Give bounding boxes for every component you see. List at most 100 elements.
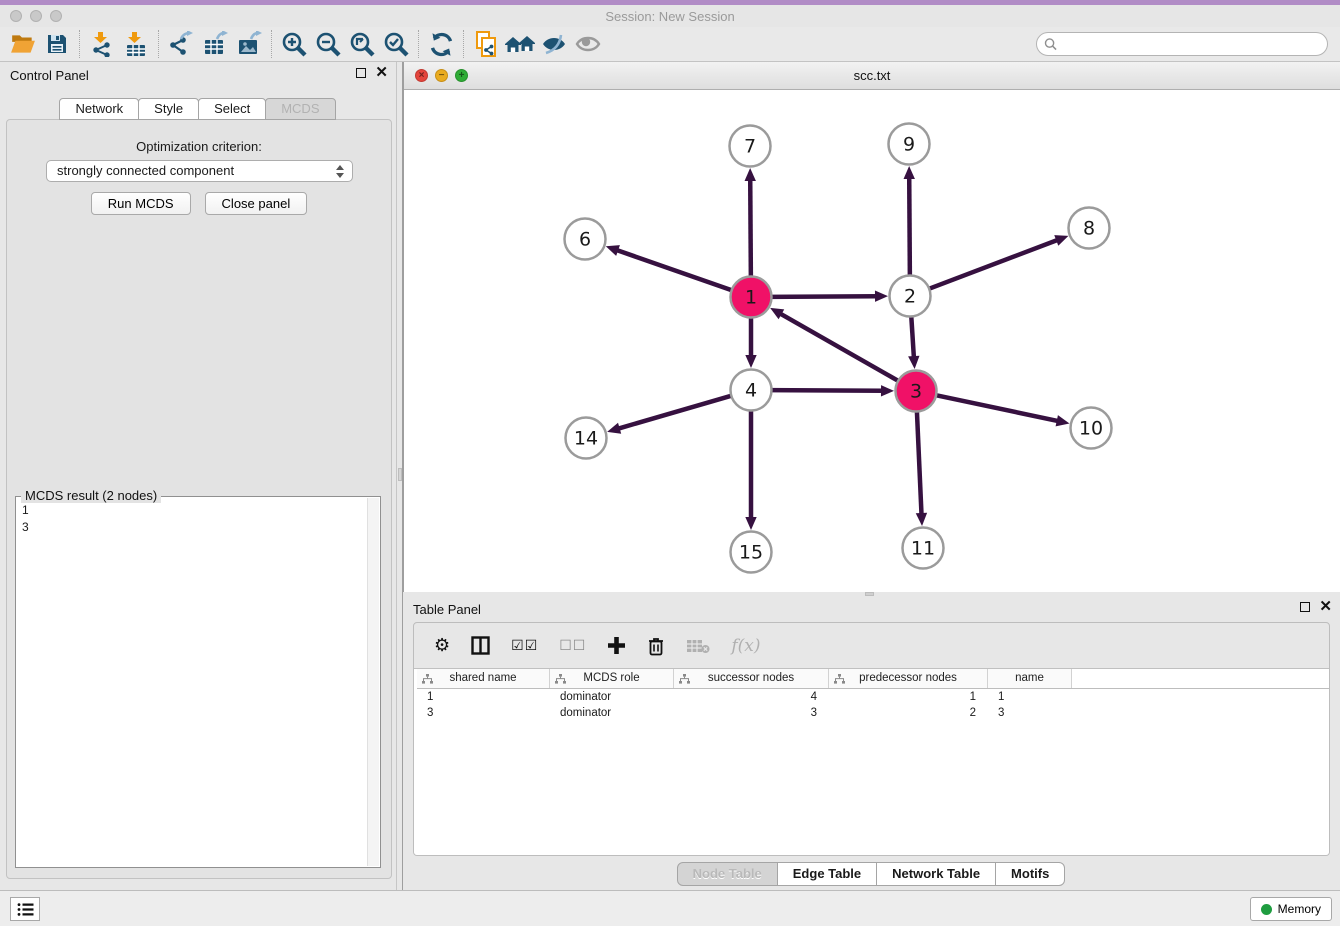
zoom-selected-button[interactable]: [379, 29, 413, 59]
tab-node-table[interactable]: Node Table: [677, 862, 778, 886]
tab-select[interactable]: Select: [198, 98, 266, 120]
edge-4-3[interactable]: [769, 390, 883, 391]
deselect-all-button[interactable]: ☐☐: [559, 637, 586, 654]
close-panel-button[interactable]: Close panel: [205, 192, 308, 215]
graph-node-label: 11: [911, 538, 935, 560]
column-header-name[interactable]: name: [988, 669, 1072, 688]
cell-shared-name: 3: [417, 705, 550, 721]
vertical-splitter-handle[interactable]: [398, 468, 402, 481]
attribute-tree-icon: [834, 674, 845, 684]
add-row-button[interactable]: [607, 636, 626, 655]
tab-mcds[interactable]: MCDS: [265, 98, 335, 120]
import-network-icon: [89, 31, 115, 57]
vertical-splitter[interactable]: [396, 62, 403, 890]
open-session-button[interactable]: [6, 29, 40, 59]
edge-3-1[interactable]: [780, 313, 900, 382]
column-header-mcds-role[interactable]: MCDS role: [550, 669, 674, 688]
control-panel-title: Control Panel: [10, 68, 89, 83]
network-title: scc.txt: [404, 68, 1340, 83]
clone-network-button[interactable]: [469, 29, 503, 59]
memory-button[interactable]: Memory: [1250, 897, 1332, 921]
export-network-button[interactable]: [164, 29, 198, 59]
criterion-select[interactable]: strongly connected component: [46, 160, 353, 182]
cell-predecessor-nodes: 2: [829, 705, 988, 721]
control-panel-tabs: NetworkStyleSelectMCDS: [0, 98, 396, 120]
graph-node-label: 14: [574, 428, 598, 450]
edge-2-8[interactable]: [927, 240, 1058, 290]
tab-network[interactable]: Network: [59, 98, 139, 120]
home-view-button[interactable]: [503, 29, 537, 59]
toggle-panels-button[interactable]: [471, 636, 490, 655]
tab-motifs[interactable]: Motifs: [995, 862, 1065, 886]
edge-arrowhead: [881, 385, 894, 396]
memory-status-icon: [1261, 904, 1272, 915]
task-history-button[interactable]: [10, 897, 40, 921]
cell-predecessor-nodes: 1: [829, 689, 988, 705]
delete-table-icon: [686, 638, 710, 654]
result-scrollbar[interactable]: [367, 498, 379, 866]
column-header-shared-name[interactable]: shared name: [417, 669, 550, 688]
network-canvas[interactable]: 7968124314101511: [404, 90, 1340, 592]
delete-row-button[interactable]: [647, 636, 665, 656]
import-table-icon: [123, 31, 149, 57]
zoom-fit-icon: [349, 31, 376, 58]
cell-shared-name: 1: [417, 689, 550, 705]
tab-edge-table[interactable]: Edge Table: [777, 862, 877, 886]
edge-1-6[interactable]: [616, 250, 733, 291]
edge-2-9[interactable]: [909, 177, 910, 278]
search-input[interactable]: [1036, 32, 1328, 56]
edge-4-14[interactable]: [618, 395, 734, 429]
edge-3-11[interactable]: [917, 409, 922, 515]
float-panel-icon[interactable]: [1300, 602, 1310, 612]
edge-1-2[interactable]: [769, 296, 877, 297]
node-table-container: ⚙ ☑☑ ☐☐: [413, 622, 1330, 856]
import-network-button[interactable]: [85, 29, 119, 59]
run-mcds-button[interactable]: Run MCDS: [91, 192, 191, 215]
gear-icon: ⚙: [434, 635, 450, 656]
apply-layout-button[interactable]: [424, 29, 458, 59]
hide-graphics-details-button[interactable]: [537, 29, 571, 59]
zoom-selected-icon: [383, 31, 410, 58]
export-table-button[interactable]: [198, 29, 232, 59]
close-panel-icon[interactable]: ✕: [375, 68, 388, 78]
zoom-in-button[interactable]: [277, 29, 311, 59]
column-settings-button[interactable]: ⚙: [434, 635, 450, 656]
save-session-button[interactable]: [40, 29, 74, 59]
edge-3-10[interactable]: [934, 395, 1059, 421]
control-panel: Control Panel ✕ NetworkStyleSelectMCDS O…: [0, 62, 396, 890]
zoom-out-button[interactable]: [311, 29, 345, 59]
save-floppy-icon: [45, 32, 69, 56]
toolbar-separator: [79, 30, 80, 58]
table-row[interactable]: 3dominator323: [417, 705, 1329, 721]
cell-successor-nodes: 4: [674, 689, 829, 705]
columns-icon: [471, 636, 490, 655]
main-toolbar: [0, 27, 1340, 62]
edge-1-7[interactable]: [750, 179, 751, 279]
graph-node-label: 7: [744, 136, 756, 158]
tab-network-table[interactable]: Network Table: [876, 862, 996, 886]
close-panel-icon[interactable]: ✕: [1319, 602, 1332, 612]
import-table-button[interactable]: [119, 29, 153, 59]
tab-style[interactable]: Style: [138, 98, 199, 120]
zoom-fit-button[interactable]: [345, 29, 379, 59]
clone-network-icon: [473, 30, 500, 58]
edge-arrowhead: [606, 245, 620, 256]
export-image-button[interactable]: [232, 29, 266, 59]
table-row[interactable]: 1dominator411: [417, 689, 1329, 705]
attribute-tree-icon: [422, 674, 433, 684]
column-label: shared name: [449, 672, 516, 684]
column-header-predecessor-nodes[interactable]: predecessor nodes: [829, 669, 988, 688]
edge-arrowhead: [1054, 235, 1068, 246]
float-panel-icon[interactable]: [356, 68, 366, 78]
column-header-successor-nodes[interactable]: successor nodes: [674, 669, 829, 688]
criterion-value: strongly connected component: [57, 163, 234, 178]
export-table-icon: [202, 31, 229, 57]
column-label: predecessor nodes: [859, 672, 957, 684]
edge-arrowhead: [745, 355, 756, 368]
select-all-button[interactable]: ☑☑: [511, 637, 538, 654]
show-graphics-details-button[interactable]: [571, 29, 605, 59]
edge-arrowhead: [745, 168, 756, 181]
graph-node-label: 3: [910, 381, 922, 403]
edge-2-3[interactable]: [911, 314, 914, 358]
zoom-in-icon: [281, 31, 308, 58]
